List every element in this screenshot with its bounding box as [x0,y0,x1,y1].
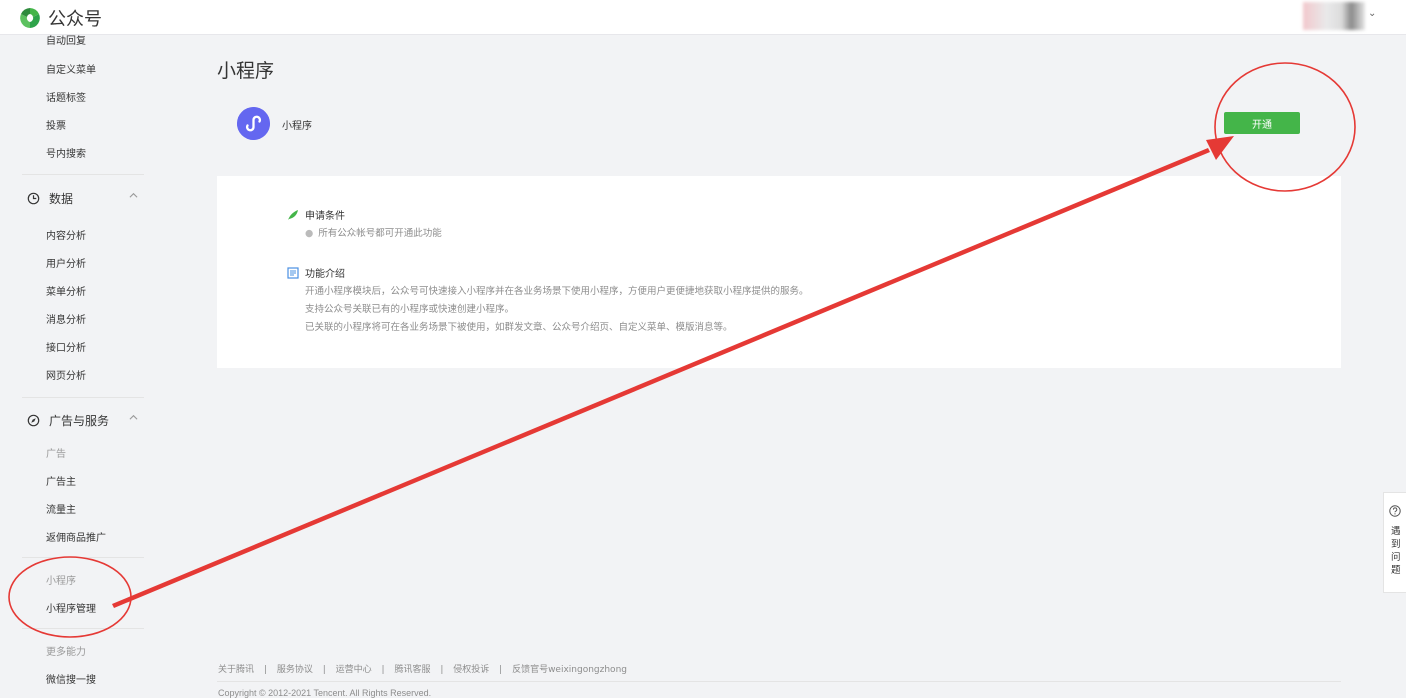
sidebar-divider [22,557,144,558]
sidebar-item-ads: 广告 [46,449,66,460]
chevron-up-icon[interactable] [129,191,138,200]
sidebar-item-publisher[interactable]: 流量主 [46,501,76,516]
annotation-arrow-head [1206,136,1234,160]
sidebar-item-auto-reply[interactable]: 自动回复 [46,35,86,47]
feature-line: 已关联的小程序将可在各业务场景下被使用，如群发文章、公众号介绍页、自定义菜单、模… [305,322,733,333]
sidebar-item-content-analysis[interactable]: 内容分析 [46,227,86,242]
footer-separator: | [263,665,267,675]
account-avatar[interactable] [1303,2,1365,30]
footer-link-complaint[interactable]: 侵权投诉 [453,665,489,675]
compass-icon [27,414,40,427]
sidebar-divider [22,174,144,175]
sidebar-section-title: 数据 [49,192,74,206]
mini-program-name: 小程序 [282,121,312,132]
footer-links: 关于腾讯 | 服务协议 | 运营中心 | 腾讯客服 | 侵权投诉 | 反馈官号w… [218,662,627,675]
footer-link-about[interactable]: 关于腾讯 [218,665,254,675]
feature-line: 开通小程序模块后，公众号可快速接入小程序并在各业务场景下使用小程序，方便用户更便… [305,286,809,297]
leaf-icon [288,209,298,220]
data-chart-icon [27,192,40,205]
sidebar-section-mini-program: 小程序 [46,576,76,587]
sidebar-item-vote[interactable]: 投票 [46,117,66,132]
open-button[interactable]: 开通 [1224,112,1300,134]
chevron-up-icon[interactable] [129,413,138,422]
help-label: 遇到问题 [1391,526,1401,576]
conditions-title-text: 申请条件 [305,211,345,222]
features-title-text: 功能介绍 [305,269,345,280]
sidebar-divider [22,397,144,398]
brand-logo[interactable]: 公众号 [18,5,102,31]
sidebar-item-search[interactable]: 号内搜索 [46,145,86,160]
top-bar: 公众号 ⌄ [0,0,1406,35]
sidebar-item-wechat-search[interactable]: 微信搜一搜 [46,671,96,686]
sidebar-item-menu-analysis[interactable]: 菜单分析 [46,283,86,298]
footer-separator: | [322,665,326,675]
footer-separator: | [499,665,503,675]
features-title: 功能介绍 [287,265,345,280]
brand-name: 公众号 [48,9,102,30]
feature-line: 支持公众号关联已有的小程序或快速创建小程序。 [305,304,515,315]
footer-separator: | [440,665,444,675]
help-widget[interactable]: 遇到问题 [1383,492,1406,593]
wechat-logo-icon [20,8,40,28]
footer-link-agreement[interactable]: 服务协议 [277,665,313,675]
page-title: 小程序 [217,60,275,82]
footer-separator: | [381,665,385,675]
sidebar-section-more: 更多能力 [46,647,86,658]
sidebar-item-advertiser[interactable]: 广告主 [46,473,76,488]
sidebar-item-custom-menu[interactable]: 自定义菜单 [46,61,96,76]
sidebar-item-topic-tags[interactable]: 话题标签 [46,89,86,104]
sidebar-section-title: 广告与服务 [49,414,110,428]
condition-item: ● 所有公众帐号都可开通此功能 [305,228,442,239]
chevron-down-icon[interactable]: ⌄ [1368,8,1376,19]
copyright: Copyright © 2012-2021 Tencent. All Right… [218,688,432,698]
sidebar-item-commission[interactable]: 返佣商品推广 [46,529,106,544]
sidebar-section-ads[interactable]: 广告与服务 [27,412,138,429]
footer-link-operations[interactable]: 运营中心 [336,665,372,675]
help-icon [1389,505,1401,517]
footer-link-feedback[interactable]: 反馈官号weixingongzhong [512,665,627,675]
footer-link-support[interactable]: 腾讯客服 [394,665,430,675]
sidebar-item-message-analysis[interactable]: 消息分析 [46,311,86,326]
footer-divider [217,681,1341,682]
sidebar-item-mini-program-manage[interactable]: 小程序管理 [46,600,96,615]
sidebar-item-web-analysis[interactable]: 网页分析 [46,367,86,382]
conditions-title: 申请条件 [287,207,345,222]
condition-item-text: 所有公众帐号都可开通此功能 [318,228,442,239]
mini-program-icon [237,107,270,140]
sidebar-divider [22,628,144,629]
info-card: 申请条件 ● 所有公众帐号都可开通此功能 功能介绍 开通小程序模块后，公众号可快速… [217,176,1341,368]
sidebar-item-user-analysis[interactable]: 用户分析 [46,255,86,270]
sidebar-item-api-analysis[interactable]: 接口分析 [46,339,86,354]
document-icon [287,266,299,279]
sidebar: 自动回复 自定义菜单 话题标签 投票 号内搜索 数据 内容分析 用户分析 菜单分… [0,35,160,698]
sidebar-section-data[interactable]: 数据 [27,190,138,207]
